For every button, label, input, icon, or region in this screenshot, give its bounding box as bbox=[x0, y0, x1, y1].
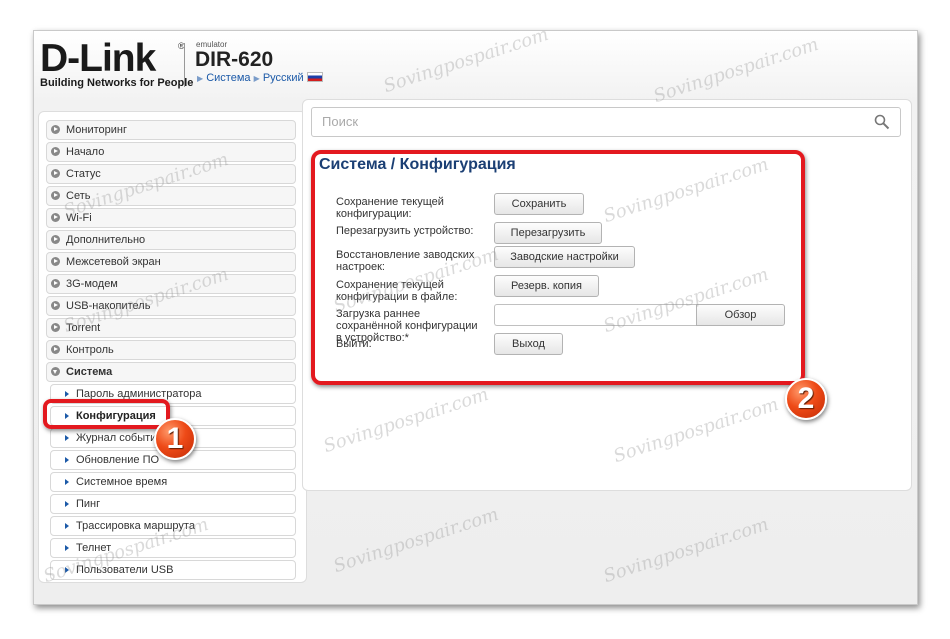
language-selector[interactable]: Русский bbox=[263, 72, 304, 84]
sidebar-subitem-traceroute[interactable]: Трассировка маршрута bbox=[50, 516, 296, 536]
sidebar-item-label: Пинг bbox=[76, 498, 101, 510]
expand-arrow-icon bbox=[51, 169, 60, 178]
collapse-arrow-icon bbox=[51, 367, 60, 376]
sidebar-item-label: Межсетевой экран bbox=[66, 256, 161, 268]
highlight-box-config-menu bbox=[43, 399, 170, 429]
sidebar-item-monitoring[interactable]: Мониторинг bbox=[46, 120, 296, 140]
sidebar-item-label: 3G-модем bbox=[66, 278, 118, 290]
expand-arrow-icon bbox=[51, 345, 60, 354]
search-icon[interactable] bbox=[874, 114, 890, 130]
sidebar-item-label: Обновление ПО bbox=[76, 454, 160, 466]
bullet-arrow-icon bbox=[65, 567, 69, 573]
sidebar-item-system[interactable]: Система bbox=[46, 362, 296, 382]
chevron-right-icon: ▶ bbox=[253, 74, 260, 83]
bullet-arrow-icon bbox=[65, 501, 69, 507]
chevron-right-icon: ▶ bbox=[197, 74, 204, 83]
russian-flag-icon[interactable] bbox=[306, 72, 323, 82]
breadcrumb: ▶ Система ▶ Русский bbox=[197, 72, 323, 84]
header-divider bbox=[184, 43, 185, 87]
expand-arrow-icon bbox=[51, 213, 60, 222]
sidebar-item-label: Система bbox=[66, 366, 113, 378]
bullet-arrow-icon bbox=[65, 435, 69, 441]
bullet-arrow-icon bbox=[65, 545, 69, 551]
sidebar-subitem-telnet[interactable]: Телнет bbox=[50, 538, 296, 558]
expand-arrow-icon bbox=[51, 257, 60, 266]
bullet-arrow-icon bbox=[65, 391, 69, 397]
sidebar-item-label: Системное время bbox=[76, 476, 168, 488]
expand-arrow-icon bbox=[51, 323, 60, 332]
sidebar-item-label: Телнет bbox=[76, 542, 112, 554]
sidebar-item-3g-modem[interactable]: 3G-модем bbox=[46, 274, 296, 294]
expand-arrow-icon bbox=[51, 191, 60, 200]
bullet-arrow-icon bbox=[65, 523, 69, 529]
sidebar-item-usb-storage[interactable]: USB-накопитель bbox=[46, 296, 296, 316]
sidebar-item-label: Torrent bbox=[66, 322, 101, 334]
sidebar-item-label: Сеть bbox=[66, 190, 91, 202]
expand-arrow-icon bbox=[51, 235, 60, 244]
sidebar-item-label: Дополнительно bbox=[66, 234, 146, 246]
sidebar-subitem-usb-users[interactable]: Пользователи USB bbox=[50, 560, 296, 580]
expand-arrow-icon bbox=[51, 147, 60, 156]
sidebar-subitem-ping[interactable]: Пинг bbox=[50, 494, 296, 514]
sidebar-item-label: Пользователи USB bbox=[76, 564, 174, 576]
sidebar-item-start[interactable]: Начало bbox=[46, 142, 296, 162]
highlight-box-config-panel bbox=[311, 150, 805, 385]
bullet-arrow-icon bbox=[65, 457, 69, 463]
sidebar-item-label: Wi-Fi bbox=[66, 212, 92, 224]
sidebar-subitem-system-time[interactable]: Системное время bbox=[50, 472, 296, 492]
sidebar-item-status[interactable]: Статус bbox=[46, 164, 296, 184]
step-badge-2: 2 bbox=[785, 378, 827, 420]
sidebar-item-label: Журнал событий bbox=[76, 432, 163, 444]
breadcrumb-system-link[interactable]: Система bbox=[206, 72, 250, 84]
sidebar-item-torrent[interactable]: Torrent bbox=[46, 318, 296, 338]
sidebar-item-label: Мониторинг bbox=[66, 124, 128, 136]
sidebar-item-label: Трассировка маршрута bbox=[76, 520, 195, 532]
sidebar-item-wifi[interactable]: Wi-Fi bbox=[46, 208, 296, 228]
sidebar-menu: Мониторинг Начало Статус Сеть Wi-Fi Допо… bbox=[46, 120, 296, 582]
device-model: DIR-620 bbox=[195, 48, 274, 71]
dlink-logo[interactable]: D-Link ® Building Networks for People bbox=[40, 37, 194, 90]
expand-arrow-icon bbox=[51, 125, 60, 134]
step-badge-1: 1 bbox=[154, 418, 196, 460]
logo-brand: D-Link bbox=[40, 37, 156, 80]
sidebar-item-label: Контроль bbox=[66, 344, 114, 356]
sidebar-item-label: Начало bbox=[66, 146, 105, 158]
search-input[interactable]: Поиск bbox=[311, 107, 901, 137]
sidebar-item-control[interactable]: Контроль bbox=[46, 340, 296, 360]
sidebar-item-network[interactable]: Сеть bbox=[46, 186, 296, 206]
expand-arrow-icon bbox=[51, 279, 60, 288]
search-placeholder: Поиск bbox=[322, 114, 359, 129]
sidebar-item-label: USB-накопитель bbox=[66, 300, 151, 312]
bullet-arrow-icon bbox=[65, 479, 69, 485]
sidebar-item-advanced[interactable]: Дополнительно bbox=[46, 230, 296, 250]
sidebar-item-firewall[interactable]: Межсетевой экран bbox=[46, 252, 296, 272]
logo-tagline: Building Networks for People bbox=[40, 77, 194, 89]
expand-arrow-icon bbox=[51, 301, 60, 310]
sidebar-item-label: Статус bbox=[66, 168, 101, 180]
